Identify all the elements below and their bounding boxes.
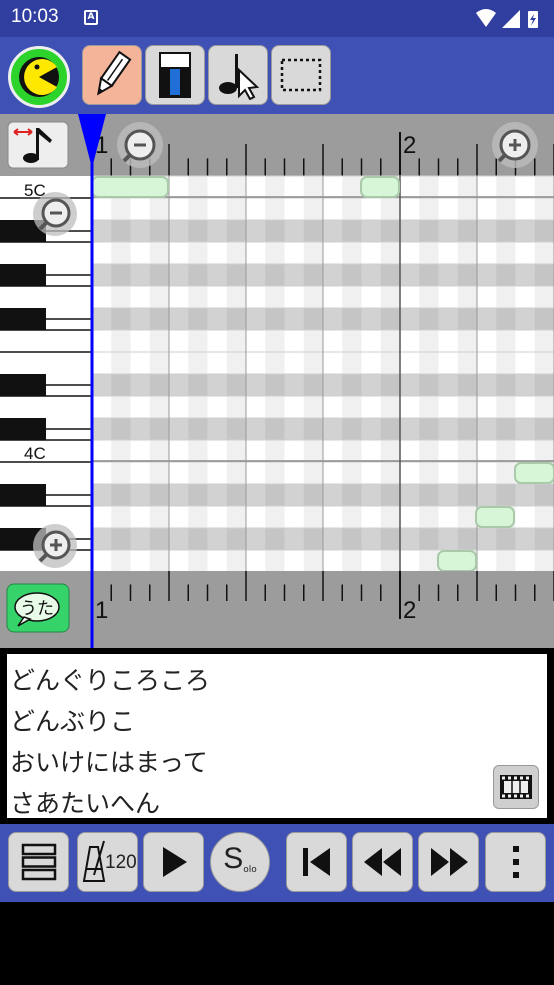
lyric-line-3: おいけにはまって — [10, 748, 208, 777]
note-width-button[interactable] — [7, 121, 69, 169]
navigation-area — [0, 902, 554, 985]
bottom-ruler[interactable]: 1 2 — [0, 571, 554, 648]
lyrics-text-area[interactable]: どんぐりころころ どんぶりこ おいけにはまって さあたいへん — [7, 654, 547, 818]
black-key — [0, 484, 46, 506]
measure-label-top-2: 2 — [403, 132, 416, 159]
piano-roll-canvas[interactable]: 1 2 1 2 5C 4C うた — [0, 114, 554, 648]
black-key — [0, 374, 46, 396]
top-toolbar — [0, 37, 554, 114]
more-vertical-icon — [512, 846, 519, 878]
lyrics-toggle-button[interactable]: うた — [6, 583, 70, 633]
black-key — [0, 264, 46, 286]
zoom-out-horizontal-icon[interactable] — [117, 122, 163, 168]
octave-label-5c: 5C — [24, 181, 46, 200]
play-icon — [162, 847, 187, 877]
note-select-tool-button[interactable] — [208, 45, 268, 105]
note-block — [437, 550, 477, 572]
bottom-control-bar: 120 Solo — [0, 824, 554, 902]
measure-label-bottom-2: 2 — [403, 597, 416, 624]
solo-label-small: olo — [243, 865, 257, 875]
zoom-in-vertical-icon[interactable] — [33, 524, 77, 568]
skip-to-start-button[interactable] — [286, 832, 347, 892]
solo-button[interactable]: Solo — [210, 832, 270, 892]
note-block — [91, 176, 169, 198]
piano-roll-editor[interactable]: 1 2 1 2 5C 4C うた — [0, 114, 554, 648]
pencil-icon — [97, 50, 132, 96]
eraser-icon — [159, 52, 191, 98]
tracks-list-icon — [21, 843, 56, 881]
lyric-line-1: どんぐりころころ — [10, 666, 211, 695]
app-menu-button[interactable] — [8, 46, 70, 108]
note-cursor-icon — [219, 54, 260, 100]
note-block — [360, 176, 400, 198]
zoom-in-horizontal-icon[interactable] — [492, 122, 538, 168]
octave-label-4c: 4C — [24, 444, 46, 463]
status-time: 10:03 — [11, 6, 59, 27]
pencil-tool-button[interactable] — [82, 45, 142, 105]
note-block — [514, 462, 554, 484]
eraser-tool-button[interactable] — [145, 45, 205, 105]
skip-start-icon — [302, 848, 330, 876]
measure-label-bottom-1: 1 — [95, 597, 108, 624]
black-key — [0, 418, 46, 440]
note-block — [475, 506, 515, 528]
black-key — [0, 308, 46, 330]
lyric-line-4: さあたいへん — [10, 789, 161, 818]
film-strip-icon — [500, 775, 532, 799]
fast-forward-icon — [430, 848, 468, 876]
status-icons — [476, 9, 538, 28]
solo-label: S — [223, 842, 244, 875]
tempo-button[interactable]: 120 — [77, 832, 138, 892]
lyrics-button-label: うた — [20, 599, 54, 619]
tempo-value: 120 — [105, 852, 137, 873]
status-bar: 10:03 A — [0, 0, 554, 37]
range-select-tool-button[interactable] — [271, 45, 331, 105]
more-menu-button[interactable] — [485, 832, 546, 892]
signal-icon — [502, 10, 520, 28]
notification-icon: A — [84, 10, 98, 25]
rewind-button[interactable] — [352, 832, 413, 892]
video-export-button[interactable] — [493, 765, 539, 809]
tracks-button[interactable] — [8, 832, 69, 892]
dashed-rectangle-icon — [280, 58, 322, 92]
rewind-icon — [363, 848, 401, 876]
fast-forward-button[interactable] — [418, 832, 479, 892]
pacman-icon — [19, 57, 59, 97]
lyric-line-2: どんぶりこ — [10, 707, 136, 736]
wifi-icon — [476, 9, 496, 27]
play-button[interactable] — [143, 832, 204, 892]
